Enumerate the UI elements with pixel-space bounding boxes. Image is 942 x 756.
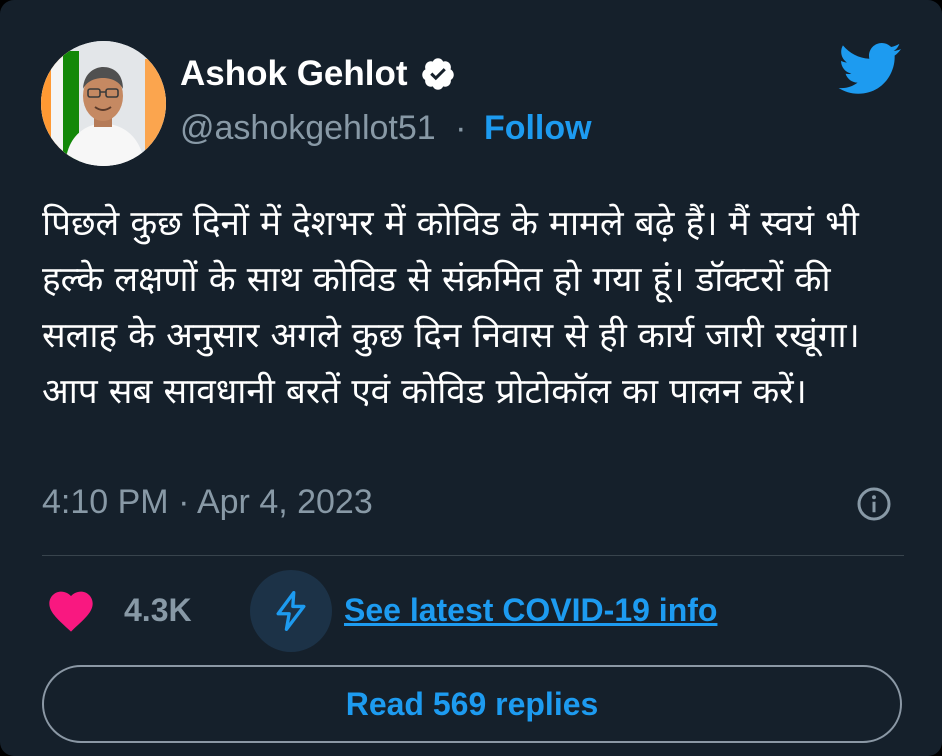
read-replies-button[interactable]: Read 569 replies: [42, 665, 902, 743]
covid-info-button[interactable]: [250, 570, 332, 652]
verified-badge-icon: [421, 58, 454, 90]
covid-info-link[interactable]: See latest COVID-19 info: [344, 588, 717, 632]
like-count[interactable]: 4.3K: [124, 590, 192, 630]
author-name-row[interactable]: Ashok Gehlot: [180, 53, 456, 95]
follow-button[interactable]: Follow: [484, 109, 592, 147]
lightning-bolt-icon: [276, 591, 306, 631]
read-replies-label: Read 569 replies: [345, 685, 599, 722]
twitter-bird-icon[interactable]: [836, 42, 902, 98]
profile-photo: [41, 41, 166, 166]
heart-icon[interactable]: [45, 587, 97, 633]
author-handle[interactable]: @ashokgehlot51: [180, 109, 436, 147]
handle-row: @ashokgehlot51 · Follow: [180, 106, 592, 150]
handle-separator: ·: [455, 109, 467, 147]
tweet-card: Ashok Gehlot @ashokgehlot51 · Follow पिछ…: [0, 0, 942, 756]
divider: [42, 555, 904, 556]
avatar[interactable]: [41, 41, 166, 166]
info-icon[interactable]: [856, 486, 892, 522]
tweet-timestamp[interactable]: 4:10 PM · Apr 4, 2023: [42, 480, 373, 524]
tweet-text: पिछले कुछ दिनों में देशभर में कोविड के म…: [42, 204, 860, 412]
author-name[interactable]: Ashok Gehlot: [180, 53, 408, 95]
